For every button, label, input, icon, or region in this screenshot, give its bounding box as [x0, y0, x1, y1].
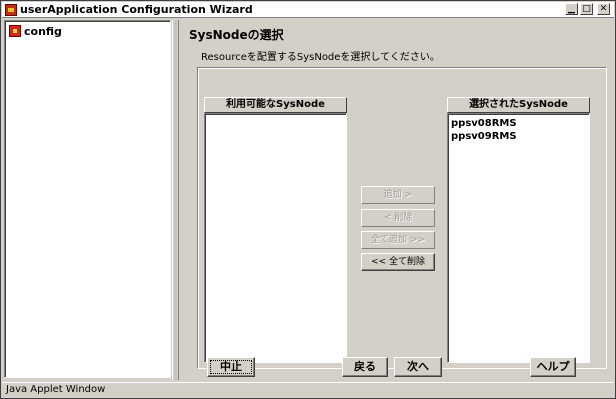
- list-item[interactable]: ppsv09RMS: [448, 130, 589, 143]
- close-button[interactable]: ✕: [597, 3, 610, 15]
- selected-list-header: 選択されたSysNode: [447, 97, 590, 113]
- cancel-button[interactable]: 中止: [207, 357, 255, 377]
- wizard-window: userApplication Configuration Wizard ▁ □…: [0, 0, 616, 399]
- panel-splitter[interactable]: [172, 20, 179, 380]
- config-node-icon: [9, 25, 21, 37]
- page-title: SysNodeの選択: [189, 28, 284, 42]
- title-bar: userApplication Configuration Wizard ▁ □…: [2, 2, 614, 18]
- tree-node-config[interactable]: config: [9, 24, 62, 38]
- remove-all-button[interactable]: << 全て削除: [361, 253, 435, 271]
- help-button[interactable]: ヘルプ: [530, 357, 576, 377]
- available-sysnode-list[interactable]: [204, 113, 347, 363]
- status-text: Java Applet Window: [6, 384, 106, 395]
- wizard-app-icon: [5, 4, 17, 16]
- selected-sysnode-list[interactable]: ppsv08RMS ppsv09RMS: [447, 113, 590, 363]
- remove-button[interactable]: < 削除: [361, 209, 435, 227]
- config-tree[interactable]: config: [4, 20, 171, 378]
- tree-node-label: config: [24, 24, 62, 38]
- add-all-button[interactable]: 全て追加 >>: [361, 231, 435, 249]
- list-item[interactable]: ppsv08RMS: [448, 117, 589, 130]
- status-bar: Java Applet Window: [2, 382, 614, 398]
- available-list-header: 利用可能なSysNode: [204, 97, 347, 113]
- next-button[interactable]: 次へ: [394, 357, 442, 377]
- maximize-button[interactable]: □: [580, 3, 593, 15]
- instructions-text: Resourceを配置するSysNodeを選択してください。: [201, 52, 440, 63]
- wizard-content: SysNodeの選択 Resourceを配置するSysNodeを選択してください…: [181, 20, 613, 380]
- minimize-button[interactable]: ▁: [565, 3, 578, 15]
- window-title: userApplication Configuration Wizard: [20, 3, 253, 16]
- back-button[interactable]: 戻る: [342, 357, 388, 377]
- add-button[interactable]: 追加 >: [361, 186, 435, 204]
